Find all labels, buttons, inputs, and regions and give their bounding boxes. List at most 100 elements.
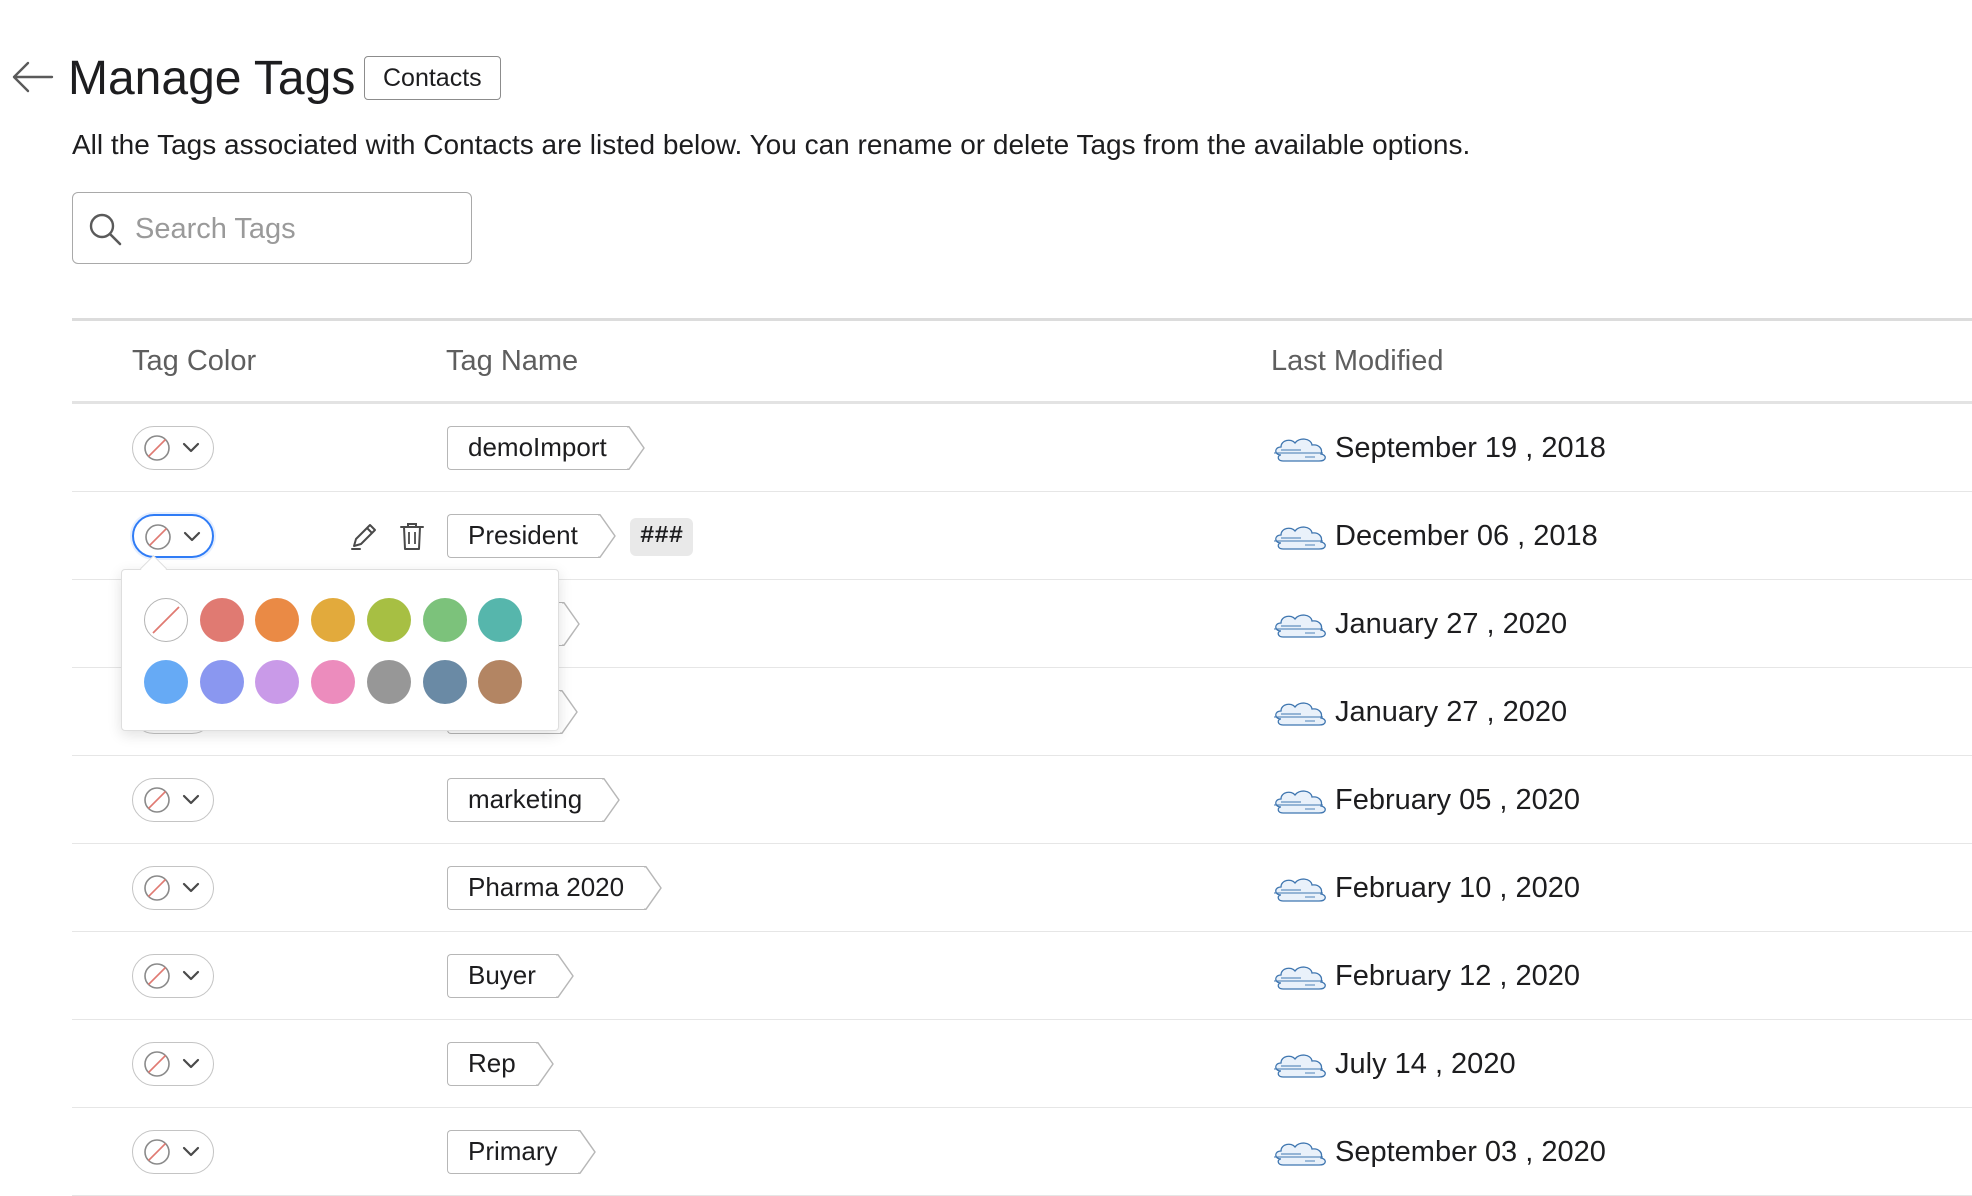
color-swatch[interactable] <box>422 598 467 642</box>
tag-point <box>577 1130 596 1174</box>
chevron-down-icon <box>181 1056 201 1072</box>
no-color-icon <box>143 786 171 814</box>
modified-date: January 27 , 2020 <box>1335 608 1568 640</box>
search-input[interactable] <box>133 205 457 253</box>
chevron-down-icon <box>181 968 201 984</box>
column-header-last-modified: Last Modified <box>1271 345 1444 377</box>
search-box[interactable] <box>72 192 472 264</box>
color-swatch[interactable] <box>478 660 523 704</box>
search-icon <box>87 211 123 247</box>
tag-chip[interactable]: marketing <box>447 778 620 822</box>
no-color-icon <box>143 1050 171 1078</box>
chevron-down-icon <box>181 792 201 808</box>
color-swatch[interactable] <box>422 660 467 704</box>
modified-date: February 12 , 2020 <box>1335 960 1581 992</box>
no-color-icon <box>143 1138 171 1166</box>
color-swatch[interactable] <box>366 598 411 642</box>
no-color-icon <box>143 962 171 990</box>
color-swatch[interactable] <box>199 660 244 704</box>
page-title: Manage Tags <box>68 52 356 105</box>
page-header: Manage Tags Contacts <box>0 48 1972 110</box>
last-modified-cell: September 03 , 2020 <box>1271 1130 1606 1174</box>
tag-color-dropdown[interactable] <box>132 1042 214 1086</box>
tag-point <box>626 426 645 470</box>
tag-point <box>535 1042 554 1086</box>
tag-point <box>561 602 580 646</box>
tag-point <box>602 778 620 822</box>
color-swatch[interactable] <box>255 598 300 642</box>
table-row: President ### December 06 , 2018 <box>72 492 1972 580</box>
tag-point <box>597 514 616 558</box>
tag-color-dropdown[interactable] <box>132 778 214 822</box>
modified-date: February 10 , 2020 <box>1335 872 1581 904</box>
table-row: Buyer February 12 , 2020 <box>72 932 1972 1020</box>
modified-date: September 19 , 2018 <box>1335 432 1606 464</box>
table-row: Rep July 14 , 2020 <box>72 1020 1972 1108</box>
no-color-icon <box>144 523 172 551</box>
color-swatch[interactable] <box>311 598 356 642</box>
tag-point <box>560 690 578 734</box>
chevron-down-icon <box>181 880 201 896</box>
tag-name: Primary <box>447 1130 578 1174</box>
modified-date: January 27 , 2020 <box>1335 696 1568 728</box>
org-logo-icon <box>1271 873 1329 903</box>
color-swatch[interactable] <box>255 660 300 704</box>
last-modified-cell: September 19 , 2018 <box>1271 426 1606 470</box>
tag-chip[interactable]: Pharma 2020 <box>447 866 662 910</box>
no-color-swatch[interactable] <box>144 598 188 642</box>
pencil-icon[interactable] <box>348 520 380 552</box>
module-selector-button[interactable]: Contacts <box>364 56 501 100</box>
tag-name: demoImport <box>447 426 627 470</box>
tag-chip[interactable]: Buyer <box>447 954 574 998</box>
no-color-icon <box>143 874 171 902</box>
color-swatch[interactable] <box>478 598 523 642</box>
tag-point <box>644 866 662 910</box>
tag-color-popover <box>121 555 559 731</box>
tag-name: Rep <box>447 1042 536 1086</box>
back-arrow-icon[interactable] <box>10 59 54 95</box>
tag-color-dropdown[interactable] <box>132 954 214 998</box>
org-logo-icon <box>1271 433 1329 463</box>
row-actions <box>348 520 428 554</box>
tag-name: Pharma 2020 <box>447 866 645 910</box>
table-header: Tag Color Tag Name Last Modified <box>72 321 1972 401</box>
org-logo-icon <box>1271 785 1329 815</box>
last-modified-cell: February 05 , 2020 <box>1271 778 1580 822</box>
modified-date: December 06 , 2018 <box>1335 520 1598 552</box>
last-modified-cell: July 14 , 2020 <box>1271 1042 1516 1086</box>
table-row: demoImport September 19 , 2018 <box>72 404 1972 492</box>
last-modified-cell: February 12 , 2020 <box>1271 954 1580 998</box>
org-logo-icon <box>1271 961 1329 991</box>
color-swatch[interactable] <box>366 660 411 704</box>
org-logo-icon <box>1271 1049 1329 1079</box>
tag-hash-badge: ### <box>630 518 694 556</box>
tag-color-dropdown[interactable] <box>132 1130 214 1174</box>
tag-chip[interactable]: President <box>447 514 616 558</box>
chevron-down-icon <box>181 440 201 456</box>
last-modified-cell: January 27 , 2020 <box>1271 602 1567 646</box>
color-swatch[interactable] <box>311 660 356 704</box>
column-header-tag-color: Tag Color <box>132 345 257 377</box>
table-row: Pharma 2020 February 10 , 2020 <box>72 844 1972 932</box>
last-modified-cell: December 06 , 2018 <box>1271 514 1598 558</box>
tag-color-dropdown[interactable] <box>132 514 214 558</box>
color-swatch[interactable] <box>199 598 244 642</box>
org-logo-icon <box>1271 1137 1329 1167</box>
no-color-icon <box>143 434 171 462</box>
color-swatch[interactable] <box>144 660 188 704</box>
modified-date: September 03 , 2020 <box>1335 1136 1606 1168</box>
tag-chip[interactable]: demoImport <box>447 426 645 470</box>
table-body: demoImport September 19 , 2018 President ##… <box>72 404 1972 1196</box>
column-header-tag-name: Tag Name <box>446 345 579 377</box>
tag-chip[interactable]: Primary <box>447 1130 596 1174</box>
tag-name: marketing <box>447 778 603 822</box>
org-logo-icon <box>1271 521 1329 551</box>
page-description: All the Tags associated with Contacts ar… <box>72 129 1471 160</box>
trash-icon[interactable] <box>398 520 426 552</box>
tag-name: Buyer <box>447 954 556 998</box>
last-modified-cell: February 10 , 2020 <box>1271 866 1580 910</box>
tag-color-dropdown[interactable] <box>132 866 214 910</box>
org-logo-icon <box>1271 609 1329 639</box>
tag-chip[interactable]: Rep <box>447 1042 554 1086</box>
tag-color-dropdown[interactable] <box>132 426 214 470</box>
